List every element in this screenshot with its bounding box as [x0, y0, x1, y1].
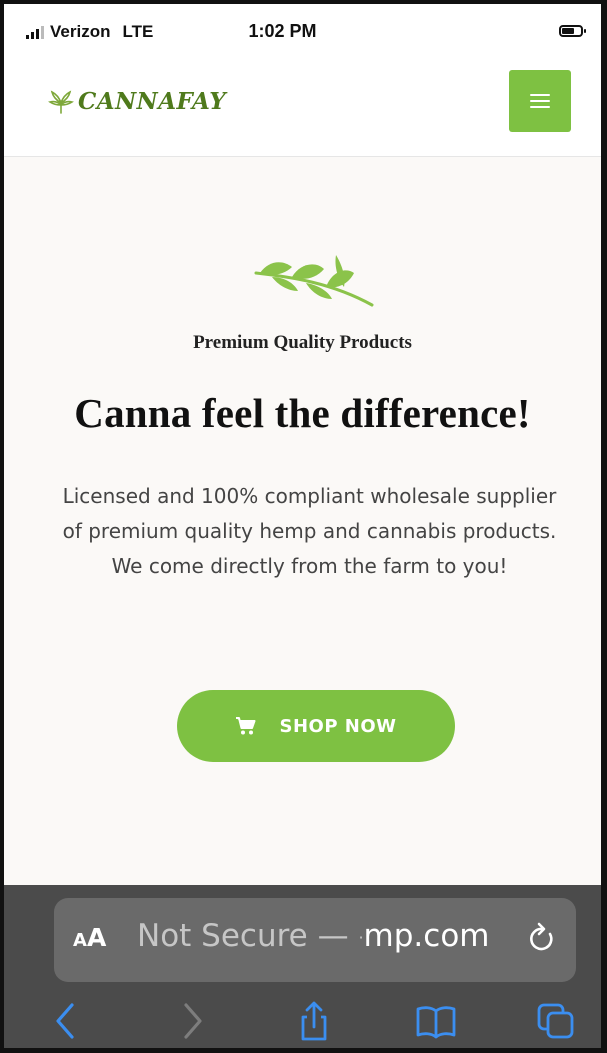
browser-chrome: AA Not Secure — ·mp.com: [4, 885, 601, 1048]
back-icon: [56, 1003, 74, 1039]
olive-branch-icon: [254, 255, 374, 307]
tabs-icon: [537, 1003, 574, 1039]
hero-tagline: Premium Quality Products: [193, 332, 412, 353]
status-time: 1:02 PM: [248, 21, 317, 41]
address-bar[interactable]: AA Not Secure — ·mp.com: [54, 898, 576, 982]
browser-toolbar: [4, 997, 601, 1048]
shop-now-button[interactable]: SHOP NOW: [177, 690, 455, 762]
hero-headline: Canna feel the difference!: [74, 390, 531, 436]
logo-text: CANNAFAY: [78, 88, 227, 115]
forward-button[interactable]: [170, 997, 214, 1045]
back-button[interactable]: [44, 997, 88, 1045]
logo[interactable]: CANNAFAY: [48, 88, 226, 115]
text-size-button[interactable]: AA: [73, 923, 106, 952]
text-size-big-a: A: [86, 923, 107, 952]
reload-icon[interactable]: [526, 922, 558, 956]
url-domain: mp.com: [363, 918, 490, 954]
shop-now-label: SHOP NOW: [279, 715, 397, 737]
battery-icon: [559, 25, 586, 37]
url-display[interactable]: Not Secure — ·mp.com: [137, 918, 489, 954]
security-label: Not Secure —: [137, 918, 359, 954]
share-icon: [301, 1001, 327, 1041]
tabs-button[interactable]: [534, 997, 578, 1045]
cart-icon: [236, 717, 256, 735]
site-header: CANNAFAY: [4, 60, 601, 157]
leaf-logo-icon: [48, 90, 74, 114]
bookmarks-button[interactable]: [414, 997, 458, 1045]
bookmarks-icon: [416, 1006, 456, 1039]
forward-icon: [184, 1003, 202, 1039]
phone-screen: Verizon LTE 1:02 PM CANNAFAY Premium Qua…: [0, 0, 607, 1053]
share-button[interactable]: [292, 997, 336, 1045]
status-bar: Verizon LTE 1:02 PM: [4, 4, 601, 60]
text-size-small-a: A: [73, 930, 87, 951]
hamburger-icon: [530, 94, 550, 108]
hero-description: Licensed and 100% compliant wholesale su…: [62, 484, 557, 578]
menu-button[interactable]: [509, 70, 571, 132]
hero-section: Premium Quality Products Canna feel the …: [4, 157, 601, 885]
